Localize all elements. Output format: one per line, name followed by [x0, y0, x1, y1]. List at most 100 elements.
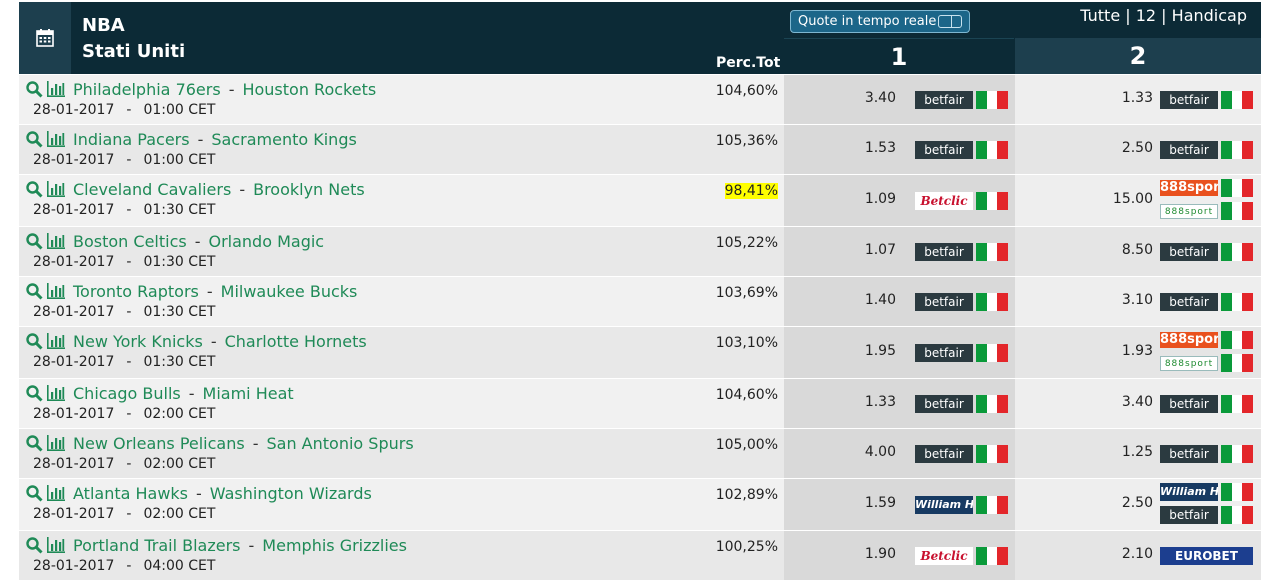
bookmaker-betfair[interactable]: betfair	[1160, 140, 1254, 159]
away-team-link[interactable]: Memphis Grizzlies	[262, 536, 407, 555]
away-team-link[interactable]: Brooklyn Nets	[253, 180, 365, 199]
odd-home[interactable]: 1.07	[829, 242, 896, 258]
home-team-link[interactable]: Atlanta Hawks	[73, 484, 188, 503]
bar-chart-icon[interactable]	[46, 181, 65, 202]
filter-tutte[interactable]: Tutte	[1080, 6, 1120, 25]
odd-away[interactable]: 1.93	[1084, 343, 1153, 359]
home-team-link[interactable]: Indiana Pacers	[73, 130, 190, 149]
bar-chart-icon[interactable]	[46, 385, 65, 406]
filter-12[interactable]: 12	[1136, 6, 1156, 25]
odd-home[interactable]: 1.40	[829, 292, 896, 308]
home-team-link[interactable]: Portland Trail Blazers	[73, 536, 241, 555]
bar-chart-icon[interactable]	[46, 283, 65, 304]
search-icon[interactable]	[26, 333, 43, 354]
odd-home[interactable]: 4.00	[829, 444, 896, 460]
odd-away[interactable]: 2.10	[1084, 546, 1153, 562]
bookmaker-betclic[interactable]: Betclic	[915, 546, 1009, 565]
filter-handicap[interactable]: Handicap	[1172, 6, 1247, 25]
bookmaker-betfair[interactable]: betfair	[915, 394, 1009, 413]
odd-home[interactable]: 1.33	[829, 394, 896, 410]
search-icon[interactable]	[26, 485, 43, 506]
calendar-icon[interactable]	[19, 2, 71, 74]
match-date: 28-01-2017	[33, 406, 115, 422]
match-teams: New Orleans Pelicans - San Antonio Spurs	[73, 434, 414, 453]
italy-flag-icon	[976, 546, 1009, 565]
home-team-link[interactable]: Philadelphia 76ers	[73, 80, 221, 99]
bookmaker-888sport-b[interactable]: 888sport	[1160, 202, 1254, 220]
bookmaker-betfair[interactable]: betfair	[915, 242, 1009, 261]
bar-chart-icon[interactable]	[46, 537, 65, 558]
bookmaker-betfair[interactable]: betfair	[915, 444, 1009, 463]
bar-chart-icon[interactable]	[46, 131, 65, 152]
odd-away[interactable]: 8.50	[1084, 242, 1153, 258]
odd-away[interactable]: 2.50	[1084, 140, 1153, 156]
bookmaker-williamhill[interactable]: William HILL	[1160, 483, 1254, 501]
away-team-link[interactable]: Milwaukee Bucks	[221, 282, 358, 301]
search-icon[interactable]	[26, 385, 43, 406]
home-team-link[interactable]: Cleveland Cavaliers	[73, 180, 231, 199]
teams-separator: -	[252, 434, 259, 453]
odd-away[interactable]: 1.33	[1084, 90, 1153, 106]
odd-home[interactable]: 1.53	[829, 140, 896, 156]
away-team-link[interactable]: Orlando Magic	[208, 232, 324, 251]
bookmaker-betfair[interactable]: betfair	[915, 90, 1009, 109]
toggle-switch-icon[interactable]	[938, 15, 962, 28]
away-team-link[interactable]: San Antonio Spurs	[266, 434, 413, 453]
bar-chart-icon[interactable]	[46, 485, 65, 506]
search-icon[interactable]	[26, 435, 43, 456]
odd-home[interactable]: 1.09	[829, 191, 896, 207]
bookmaker-betfair[interactable]: betfair	[1160, 90, 1254, 109]
bookmaker-betfair[interactable]: betfair	[1160, 394, 1254, 413]
search-icon[interactable]	[26, 181, 43, 202]
odd-home[interactable]: 1.90	[829, 546, 896, 562]
bookmaker-betfair[interactable]: betfair	[915, 292, 1009, 311]
bookmaker-williamhill[interactable]: William HILL	[915, 495, 1009, 514]
odd-away[interactable]: 15.00	[1084, 191, 1153, 207]
bookmaker-betfair[interactable]: betfair	[1160, 444, 1254, 463]
bookmaker-betclic[interactable]: Betclic	[915, 191, 1009, 210]
bookmaker-betfair[interactable]: betfair	[1160, 506, 1254, 524]
bar-chart-icon[interactable]	[46, 333, 65, 354]
away-team-link[interactable]: Houston Rockets	[242, 80, 376, 99]
bookmaker-888sport-b[interactable]: 888sport	[1160, 354, 1254, 372]
bar-chart-icon[interactable]	[46, 233, 65, 254]
match-datetime: 28-01-2017-02:00 CET	[33, 506, 215, 522]
odd-home[interactable]: 1.59	[829, 495, 896, 511]
away-team-link[interactable]: Charlotte Hornets	[225, 332, 367, 351]
bar-chart-icon[interactable]	[46, 81, 65, 102]
odd-away[interactable]: 2.50	[1084, 495, 1153, 511]
away-team-link[interactable]: Washington Wizards	[210, 484, 372, 503]
home-team-link[interactable]: Chicago Bulls	[73, 384, 181, 403]
search-icon[interactable]	[26, 233, 43, 254]
match-datetime: 28-01-2017-01:00 CET	[33, 102, 215, 118]
italy-flag-icon	[1221, 506, 1254, 524]
match-time: 01:30 CET	[143, 202, 216, 218]
match-date: 28-01-2017	[33, 152, 115, 168]
bookmaker-betfair[interactable]: betfair	[915, 343, 1009, 362]
bookmaker-eurobet[interactable]: EUROBET	[1160, 546, 1253, 565]
home-team-link[interactable]: New York Knicks	[73, 332, 203, 351]
bookmaker-betfair[interactable]: betfair	[1160, 242, 1254, 261]
bookmaker-betfair[interactable]: betfair	[915, 140, 1009, 159]
search-icon[interactable]	[26, 283, 43, 304]
search-icon[interactable]	[26, 81, 43, 102]
home-team-link[interactable]: Toronto Raptors	[73, 282, 199, 301]
table-row: Atlanta Hawks - Washington Wizards 28-01-20…	[19, 478, 1261, 530]
away-team-link[interactable]: Miami Heat	[203, 384, 294, 403]
search-icon[interactable]	[26, 537, 43, 558]
home-team-link[interactable]: Boston Celtics	[73, 232, 187, 251]
bookmaker-888sport[interactable]: 888sport.it	[1160, 331, 1254, 349]
bar-chart-icon[interactable]	[46, 435, 65, 456]
match-list: Philadelphia 76ers - Houston Rockets 28-01-…	[19, 74, 1261, 580]
home-team-link[interactable]: New Orleans Pelicans	[73, 434, 245, 453]
bookmaker-888sport[interactable]: 888sport.it	[1160, 179, 1254, 197]
realtime-odds-toggle[interactable]: Quote in tempo reale	[790, 10, 970, 33]
odd-away[interactable]: 3.40	[1084, 394, 1153, 410]
bookmaker-betfair[interactable]: betfair	[1160, 292, 1254, 311]
odd-away[interactable]: 1.25	[1084, 444, 1153, 460]
odd-home[interactable]: 1.95	[829, 343, 896, 359]
search-icon[interactable]	[26, 131, 43, 152]
odd-away[interactable]: 3.10	[1084, 292, 1153, 308]
odd-home[interactable]: 3.40	[829, 90, 896, 106]
away-team-link[interactable]: Sacramento Kings	[211, 130, 356, 149]
